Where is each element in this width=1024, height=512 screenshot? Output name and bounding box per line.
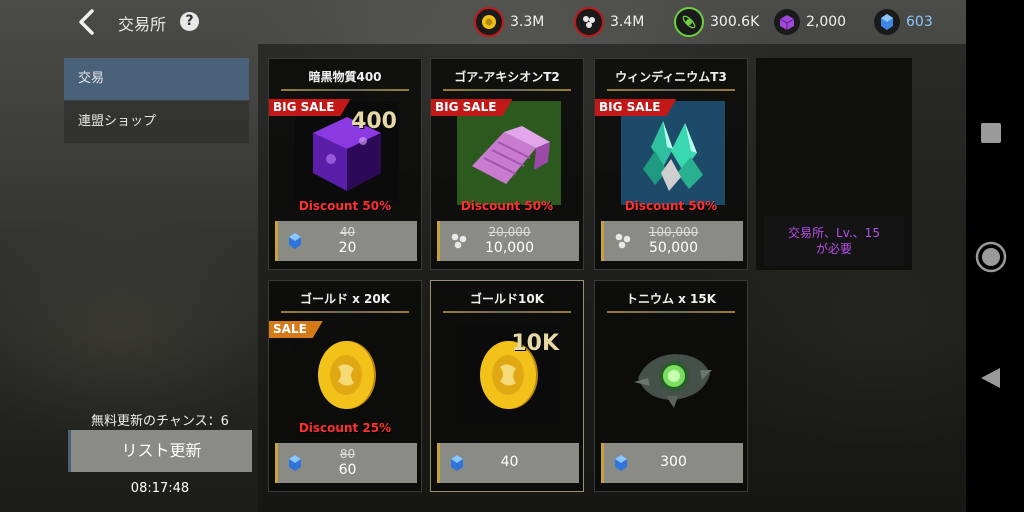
sale-price: 50,000 [649,240,698,256]
item-image [457,101,561,205]
sale-price: 60 [338,462,357,478]
divider [281,311,409,313]
item-name: ゴア-アキシオンT2 [454,70,560,84]
original-price: 100,000 [648,225,699,239]
shop-item-dark-matter[interactable]: 暗黒物質400 BIG SALE 400 Discount 50% 40 20 [268,58,422,270]
refresh-list-button[interactable]: リスト更新 [68,430,252,472]
refresh-timer: 08:17:48 [130,481,190,496]
crystal-icon [874,9,900,35]
cube-icon [774,9,800,35]
divider [281,89,409,91]
chevron-left-icon [79,9,94,35]
tab-exchange[interactable]: 交易 [64,58,249,100]
buy-button[interactable]: 40 [437,443,579,483]
system-nav-bar [966,0,1024,512]
back-button[interactable] [74,8,102,36]
tab-alliance-shop[interactable]: 連盟ショップ [64,101,249,143]
gold-coin-resource[interactable]: 3.3M [474,7,545,37]
gold-coin-value: 3.3M [510,14,545,30]
top-bar: 交易所 ? 3.3M 3.4M 300.6K 2,000 603 [0,0,966,44]
item-name: ゴールド x 20K [299,292,391,306]
discount-label: Discount 50% [624,199,718,213]
original-price: 20,000 [488,225,531,239]
gold-coin-icon [318,341,376,409]
alloy-plate-icon [472,126,550,184]
locked-requirement-text: 交易所、Lv.、15が必要 [764,216,904,266]
free-refresh-count: 無料更新のチャンス：6 [91,414,229,429]
item-quantity: 400 [351,109,397,134]
home-button[interactable] [975,241,1007,277]
buy-button[interactable]: 100,000 50,000 [601,221,743,261]
platinum-resource[interactable]: 3.4M [574,7,645,37]
original-price: 40 [339,225,356,239]
back-nav-button[interactable] [979,366,1003,394]
buy-button[interactable]: 80 60 [275,443,417,483]
big-sale-badge: BIG SALE [431,99,512,116]
item-name: ゴールド10K [470,292,544,306]
help-button[interactable]: ? [180,12,199,31]
shop-item-gore-axion[interactable]: ゴア-アキシオンT2 BIG SALE Discount 50% 20,000 … [430,58,584,270]
discount-label: Discount 50% [298,199,392,213]
crystal-resource[interactable]: 603 [874,8,933,36]
big-sale-badge: BIG SALE [595,99,676,116]
energy-resource[interactable]: 300.6K [674,7,760,37]
recents-button[interactable] [980,122,1002,148]
dark-matter-resource[interactable]: 2,000 [774,8,846,36]
tonium-device-icon [634,354,712,408]
shop-item-gold-10k[interactable]: ゴールド10K 10K 40 [430,280,584,492]
triangle-back-icon [981,368,1000,388]
platinum-value: 3.4M [610,14,645,30]
buy-button[interactable]: 300 [601,443,743,483]
discount-label: Discount 25% [298,421,392,435]
sale-price: 10,000 [485,240,534,256]
crystal-cluster-icon [643,121,703,191]
original-price: 80 [339,447,356,461]
item-image [295,323,399,427]
discount-label: Discount 50% [460,199,554,213]
game-screen: 交易所 ? 3.3M 3.4M 300.6K 2,000 603 交易 連盟ショ… [0,0,966,512]
price: 300 [660,454,687,470]
price: 40 [500,454,519,470]
buy-button[interactable]: 40 20 [275,221,417,261]
buy-button[interactable]: 20,000 10,000 [437,221,579,261]
square-icon [981,123,1001,143]
item-image [621,101,725,205]
item-name: 暗黒物質400 [308,70,382,84]
crystal-value: 603 [906,14,933,30]
energy-value: 300.6K [710,14,760,30]
item-image [621,323,725,427]
molecule-icon [574,7,604,37]
shop-item-windinium[interactable]: ウィンディニウムT3 BIG SALE Discount 50% 100,000 [594,58,748,270]
circle-icon [975,241,1007,273]
sale-price: 20 [338,240,357,256]
divider [443,89,571,91]
coin-icon [474,7,504,37]
page-title: 交易所 [118,15,167,34]
divider [607,89,735,91]
item-name: ウィンディニウムT3 [615,70,727,84]
divider [443,311,571,313]
shop-item-tonium-15k[interactable]: トニウム x 15K 300 [594,280,748,492]
item-quantity: 10K [511,331,559,356]
shop-panel: 暗黒物質400 BIG SALE 400 Discount 50% 40 20 [258,44,966,512]
dark-matter-value: 2,000 [806,14,847,30]
locked-slot: 交易所、Lv.、15が必要 [756,58,912,270]
item-name: トニウム x 15K [625,292,717,306]
shop-item-gold-20k[interactable]: ゴールド x 20K SALE Discount 25% 80 60 [268,280,422,492]
divider [607,311,735,313]
big-sale-badge: BIG SALE [269,99,350,116]
atom-icon [674,7,704,37]
